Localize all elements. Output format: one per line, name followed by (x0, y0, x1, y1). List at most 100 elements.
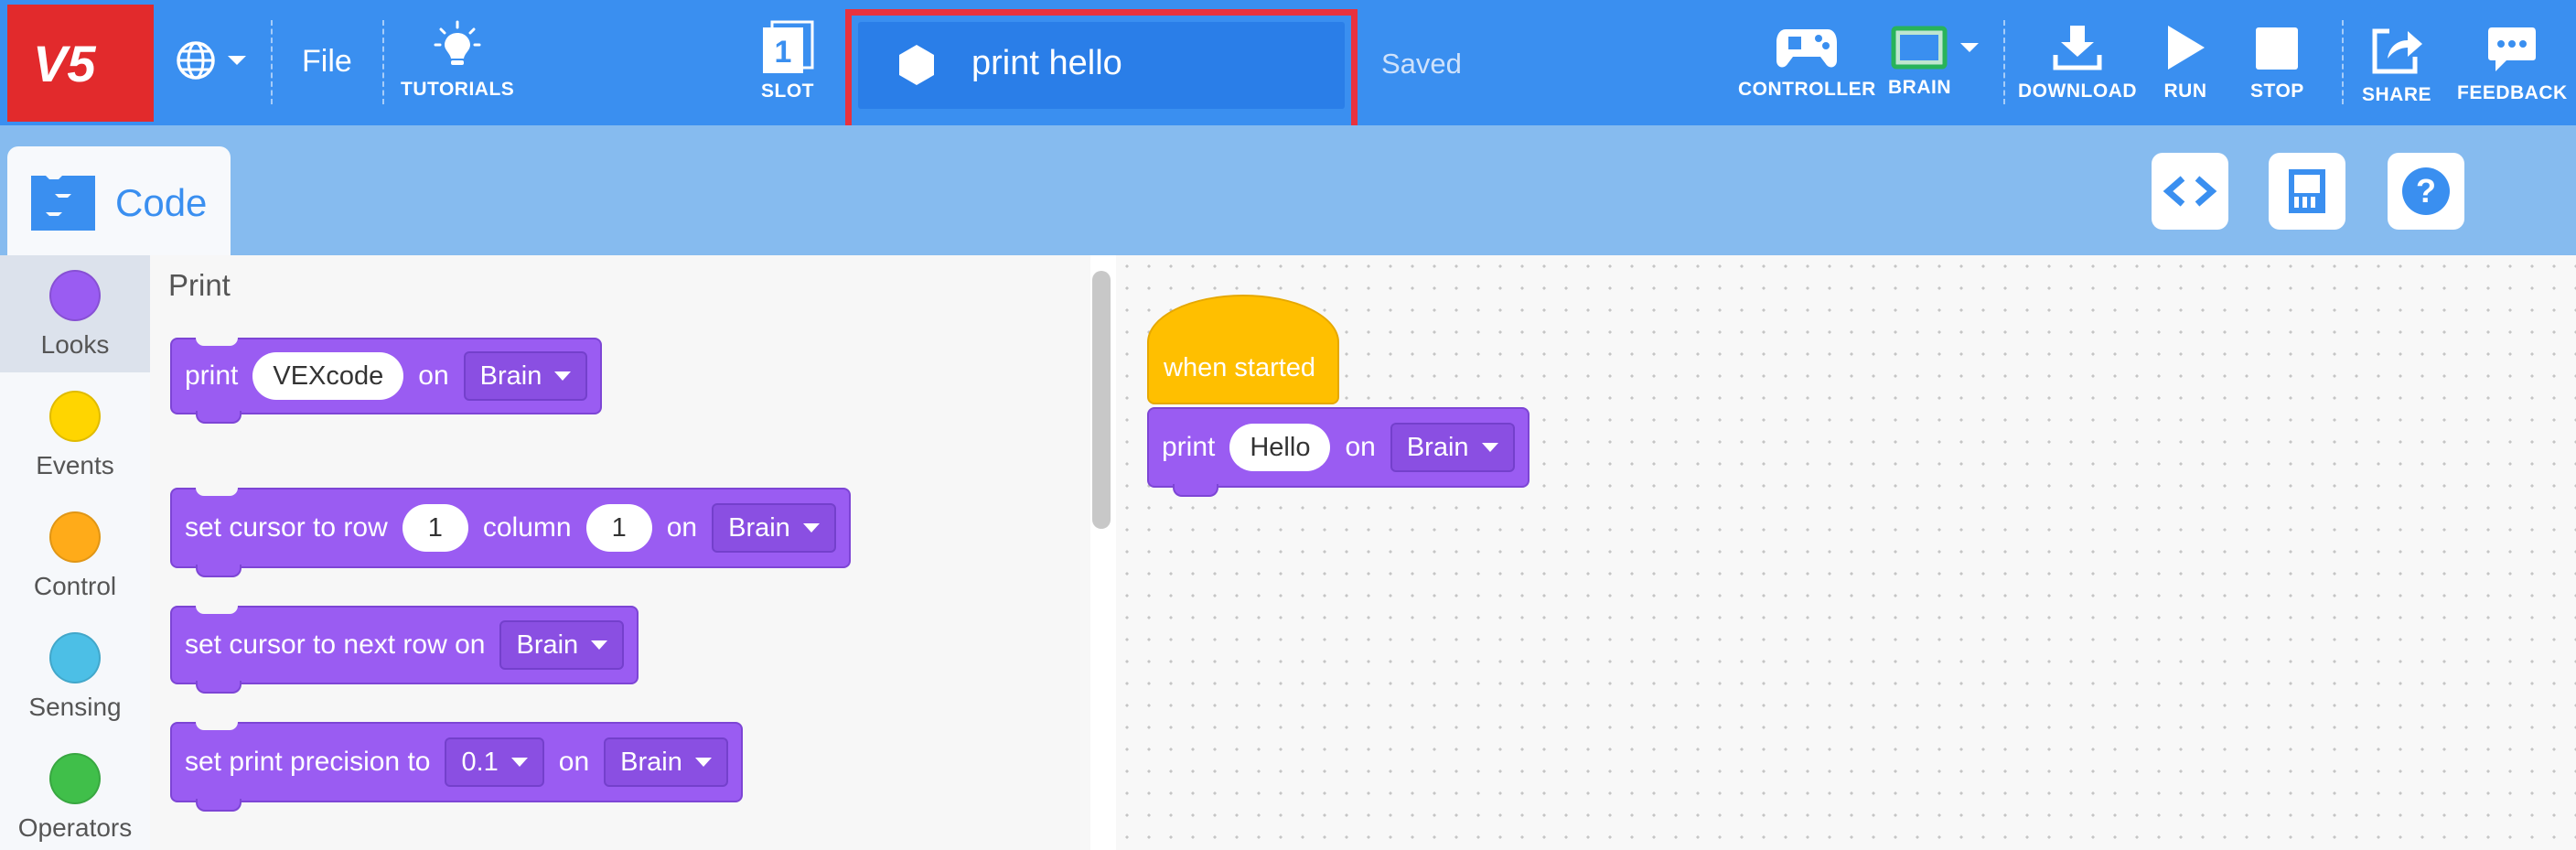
next-row-block[interactable]: set cursor to next row on Brain (170, 606, 639, 694)
brain-button[interactable]: BRAIN (1888, 26, 1982, 99)
print-block[interactable]: print VEXcode on Brain (170, 338, 603, 424)
language-menu[interactable] (174, 38, 249, 82)
tab-code[interactable]: Code (7, 146, 231, 260)
category-label: Sensing (28, 693, 122, 721)
block-text: set cursor to next row on (185, 629, 486, 660)
category-control[interactable]: Control (0, 497, 150, 614)
palette-section-title: Print (168, 268, 231, 302)
category-sidebar: Looks Events Control Sensing Operators (0, 255, 150, 850)
caret-down-icon (802, 523, 820, 533)
device-dropdown[interactable]: Brain (604, 737, 728, 787)
help-icon: ? (2402, 167, 2450, 215)
chevron-down-icon (228, 56, 246, 65)
category-label: Looks (40, 330, 110, 359)
block-text: set print precision to (185, 747, 431, 777)
hat-block-label: when started (1164, 353, 1316, 382)
tutorials-button[interactable]: TUTORIALS (401, 20, 514, 101)
category-label: Events (36, 451, 114, 479)
code-viewer-button[interactable] (2152, 153, 2228, 230)
code-blocks-icon (31, 176, 95, 231)
dropdown-value: 0.1 (461, 747, 499, 777)
dropdown-value: Brain (516, 629, 579, 660)
palette-scrollbar[interactable] (1092, 271, 1111, 529)
feedback-label: FEEDBACK (2457, 82, 2568, 103)
toolbar-divider (2003, 20, 2005, 104)
block-text: set cursor to row (185, 512, 388, 543)
toolbar-divider (2342, 20, 2344, 104)
dropdown-value: Brain (728, 512, 790, 543)
controller-icon (1776, 29, 1838, 68)
device-dropdown[interactable]: Brain (463, 351, 588, 401)
download-button[interactable]: DOWNLOAD (2018, 22, 2137, 102)
download-label: DOWNLOAD (2018, 81, 2137, 102)
hexagon-icon (899, 45, 934, 85)
share-label: SHARE (2362, 84, 2432, 105)
row-input[interactable]: 1 (402, 504, 468, 552)
category-label: Operators (17, 813, 133, 842)
caret-down-icon (1481, 443, 1498, 452)
svg-text:1: 1 (775, 35, 792, 70)
block-text: print (1162, 432, 1216, 462)
globe-icon (177, 41, 215, 80)
set-cursor-block[interactable]: set cursor to row 1 column 1 on Brain (170, 488, 851, 577)
caret-down-icon (510, 758, 528, 767)
controller-button[interactable]: CONTROLLER (1738, 24, 1876, 101)
category-dot (49, 391, 101, 442)
device-dropdown[interactable]: Brain (499, 620, 625, 670)
brain-icon (1891, 26, 1947, 70)
category-label: Control (33, 572, 117, 600)
file-menu[interactable]: File (302, 44, 352, 80)
play-icon (2168, 26, 2205, 70)
slot-label: SLOT (761, 81, 814, 102)
workspace-print-block[interactable]: print Hello on Brain (1147, 407, 1530, 497)
share-icon (2372, 28, 2422, 74)
feedback-icon (2488, 27, 2537, 71)
brain-label: BRAIN (1888, 77, 1951, 98)
svg-text:?: ? (2416, 172, 2436, 210)
slot-button[interactable]: 1 SLOT (759, 20, 816, 102)
chevron-down-icon (1959, 43, 1979, 52)
share-button[interactable]: SHARE (2362, 22, 2431, 106)
category-sensing[interactable]: Sensing (0, 618, 150, 735)
block-palette: Print print VEXcode on Brain set cursor … (150, 255, 1090, 850)
block-text: on (418, 360, 449, 391)
help-button[interactable]: ? (2388, 153, 2464, 230)
save-status: Saved (1381, 48, 1462, 80)
print-value-input[interactable]: VEXcode (252, 352, 404, 400)
toolbar-divider (271, 20, 273, 104)
block-text: column (482, 512, 572, 543)
block-text: on (558, 747, 590, 777)
devices-button[interactable] (2269, 153, 2345, 230)
run-button[interactable]: RUN (2163, 22, 2208, 102)
block-text: on (666, 512, 698, 543)
category-events[interactable]: Events (0, 376, 150, 493)
column-input[interactable]: 1 (585, 504, 652, 552)
device-dropdown[interactable]: Brain (1390, 423, 1515, 472)
vex-v5-logo[interactable]: V5 (7, 5, 154, 122)
feedback-button[interactable]: FEEDBACK (2457, 24, 2568, 104)
category-operators[interactable]: Operators (0, 738, 150, 850)
tutorials-label: TUTORIALS (401, 79, 515, 100)
dropdown-value: Brain (620, 747, 682, 777)
category-looks[interactable]: Looks (0, 255, 150, 372)
svg-text:V5: V5 (33, 36, 96, 91)
block-text: print (185, 360, 239, 391)
code-tab-label: Code (115, 181, 208, 224)
dropdown-value: Brain (479, 360, 542, 391)
device-dropdown[interactable]: Brain (712, 503, 836, 553)
controller-label: CONTROLLER (1738, 79, 1876, 100)
toolbar-divider (382, 20, 384, 104)
download-icon (2053, 26, 2102, 70)
stop-label: STOP (2250, 81, 2304, 102)
project-name-field[interactable]: print hello (858, 22, 1345, 109)
print-value-input[interactable]: Hello (1229, 424, 1331, 471)
when-started-block[interactable]: when started (1147, 295, 1339, 404)
code-brackets-icon (2163, 176, 2217, 207)
precision-dropdown[interactable]: 0.1 (445, 737, 544, 787)
category-dot (49, 753, 101, 804)
caret-down-icon (554, 371, 572, 381)
category-dot (49, 511, 101, 563)
category-dot (49, 632, 101, 683)
print-precision-block[interactable]: set print precision to 0.1 on Brain (170, 722, 743, 812)
stop-button[interactable]: STOP (2250, 22, 2304, 102)
